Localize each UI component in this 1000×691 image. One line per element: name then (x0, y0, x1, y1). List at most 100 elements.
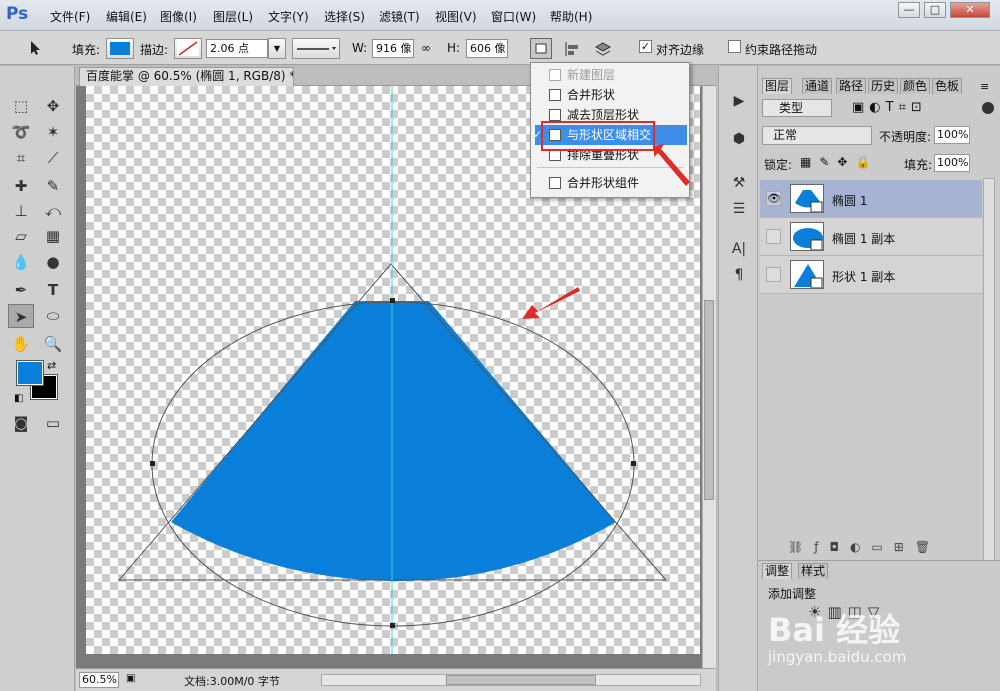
maximize-button[interactable]: □ (924, 2, 946, 18)
tab-paths[interactable]: 路径 (836, 78, 867, 94)
stroke-type-dropdown[interactable] (292, 38, 340, 59)
hand-tool-icon[interactable]: ✋ (8, 332, 34, 356)
eraser-tool-icon[interactable]: ▱ (8, 224, 34, 248)
layer-name[interactable]: 椭圆 1 (832, 192, 867, 209)
fill-opacity-field[interactable]: 100% (934, 154, 970, 172)
adjust-sliders-icon[interactable]: ☰ (725, 196, 753, 222)
path-selection-tool-icon-active[interactable]: ➤ (8, 304, 34, 328)
tool-presets-icon[interactable]: ⚒ (725, 170, 753, 196)
gradient-tool-icon[interactable]: ▦ (40, 224, 66, 248)
tab-styles[interactable]: 样式 (798, 563, 829, 579)
ellipse-tool-icon[interactable]: ⬭ (40, 304, 66, 328)
tab-layers[interactable]: 图层 (762, 78, 793, 94)
layers-panel: 图层 通道 路径 历史 颜色 色板 ≡ 类型 ▣◐T⌗⊡ 正常 不透明度: 10… (758, 66, 1000, 691)
lasso-tool-icon[interactable]: ➰ (8, 120, 34, 144)
zoom-tool-icon[interactable]: 🔍 (40, 332, 66, 356)
visibility-eye-icon[interactable]: 👁 (766, 191, 781, 206)
menu-help[interactable]: 帮助(H) (550, 8, 592, 25)
visibility-off-icon[interactable] (766, 267, 781, 282)
intersected-shape (171, 301, 616, 582)
menu-image[interactable]: 图像(I) (160, 8, 197, 25)
menu-edit[interactable]: 编辑(E) (106, 8, 147, 25)
menu-type[interactable]: 文字(Y) (268, 8, 309, 25)
anchor-point-right (631, 461, 636, 466)
path-alignment-icon[interactable] (563, 40, 583, 58)
blend-mode-dropdown[interactable]: 正常 (762, 126, 872, 145)
menu-layer[interactable]: 图层(L) (213, 8, 253, 25)
opacity-field[interactable]: 100% (934, 126, 970, 144)
default-colors-icon[interactable]: ◧ (14, 393, 23, 404)
constrain-path-checkbox[interactable] (728, 40, 741, 53)
layers-scrollbar[interactable] (983, 178, 995, 598)
stroke-color-swatch[interactable] (174, 38, 202, 59)
panel-menu-icon[interactable]: ≡ (980, 80, 989, 93)
character-panel-icon[interactable]: A| (725, 236, 753, 262)
path-selection-tool-icon[interactable] (26, 39, 44, 57)
status-info-icon[interactable]: ▣ (126, 673, 140, 687)
menu-filter[interactable]: 滤镜(T) (379, 8, 420, 25)
dodge-tool-icon[interactable]: ● (40, 250, 66, 274)
visibility-off-icon[interactable] (766, 229, 781, 244)
height-field[interactable]: 606 像 (466, 39, 508, 58)
tab-channels[interactable]: 通道 (802, 78, 833, 94)
stroke-width-field[interactable]: 2.06 点 (206, 39, 268, 58)
paragraph-panel-icon[interactable]: ¶ (725, 262, 753, 288)
zoom-field[interactable]: 60.5% (79, 672, 119, 688)
vertical-scrollbar-thumb[interactable] (704, 300, 714, 500)
tab-adjustments[interactable]: 调整 (762, 563, 793, 579)
menu-file[interactable]: 文件(F) (50, 8, 90, 25)
layer-filter-icons[interactable]: ▣◐T⌗⊡ (852, 100, 927, 115)
fill-color-swatch[interactable] (106, 38, 134, 59)
crop-tool-icon[interactable]: ⌗ (8, 146, 34, 170)
menu-item-new-layer[interactable]: 新建图层 (535, 65, 687, 85)
constrain-path-label: 约束路径拖动 (745, 43, 818, 57)
healing-brush-tool-icon[interactable]: ✚ (8, 174, 34, 198)
history-brush-tool-icon[interactable]: ⤺ (40, 199, 66, 223)
type-tool-icon[interactable]: T (40, 278, 66, 302)
play-action-icon[interactable]: ▶ (725, 88, 753, 114)
filter-toggle-icon[interactable] (982, 102, 994, 114)
foreground-color-swatch-top[interactable] (16, 360, 44, 386)
brush-tool-icon[interactable]: ✎ (40, 174, 66, 198)
marquee-tool-icon[interactable]: ⬚ (8, 94, 34, 118)
swap-colors-icon[interactable]: ⇄ (47, 359, 56, 372)
layer-name[interactable]: 椭圆 1 副本 (832, 230, 895, 247)
layer-row-ellipse-1[interactable]: 👁 椭圆 1 (760, 180, 982, 218)
blur-tool-icon[interactable]: 💧 (8, 250, 34, 274)
eyedropper-tool-icon[interactable]: ⟋ (40, 146, 66, 170)
add-adjustment-title: 添加调整 (768, 587, 817, 601)
layer-thumbnail (790, 260, 824, 289)
path-operations-button[interactable] (530, 38, 552, 59)
menu-item-combine-shapes[interactable]: 合并形状 (535, 85, 687, 105)
layer-filter-type-dropdown[interactable]: 类型 (762, 99, 832, 117)
pen-tool-icon[interactable]: ✒ (8, 278, 34, 302)
stroke-width-dropdown-icon[interactable]: ▼ (268, 38, 286, 59)
screen-mode-icon[interactable]: ▭ (40, 411, 66, 435)
fill-opacity-label: 填充: (904, 158, 933, 172)
width-field[interactable]: 916 像 (372, 39, 414, 58)
quick-mask-icon[interactable]: ◙ (8, 411, 34, 435)
photoshop-logo: Ps (6, 4, 29, 24)
lock-icons[interactable]: ▦✎✥🔒 (800, 155, 878, 169)
magic-wand-tool-icon[interactable]: ✶ (40, 120, 66, 144)
clone-stamp-tool-icon[interactable]: ⊥ (8, 199, 34, 223)
close-button[interactable]: ✕ (950, 2, 990, 18)
tab-history[interactable]: 历史 (868, 78, 899, 94)
menu-window[interactable]: 窗口(W) (491, 8, 536, 25)
minimize-button[interactable]: — (898, 2, 920, 18)
align-edges-checkbox[interactable]: ✓ (639, 40, 652, 53)
document-tab[interactable]: 百度能掌 @ 60.5% (椭圆 1, RGB/8) * (79, 67, 294, 86)
layer-actions-bar[interactable]: ⛓ƒ◘◐▭⊞🗑 (788, 540, 941, 554)
menu-select[interactable]: 选择(S) (324, 8, 365, 25)
layer-name[interactable]: 形状 1 副本 (832, 268, 895, 285)
tab-swatches[interactable]: 色板 (932, 78, 963, 94)
tab-color[interactable]: 颜色 (900, 78, 931, 94)
3d-panel-icon[interactable]: ⬢ (725, 126, 753, 152)
path-arrangement-icon[interactable] (593, 40, 613, 58)
horizontal-scrollbar-thumb[interactable] (446, 675, 596, 685)
link-icon[interactable]: ∞ (421, 41, 439, 55)
layer-row-shape-1-copy[interactable]: 形状 1 副本 (760, 256, 982, 294)
menu-view[interactable]: 视图(V) (435, 8, 477, 25)
move-tool-icon[interactable]: ✥ (40, 94, 66, 118)
layer-row-ellipse-1-copy[interactable]: 椭圆 1 副本 (760, 218, 982, 256)
